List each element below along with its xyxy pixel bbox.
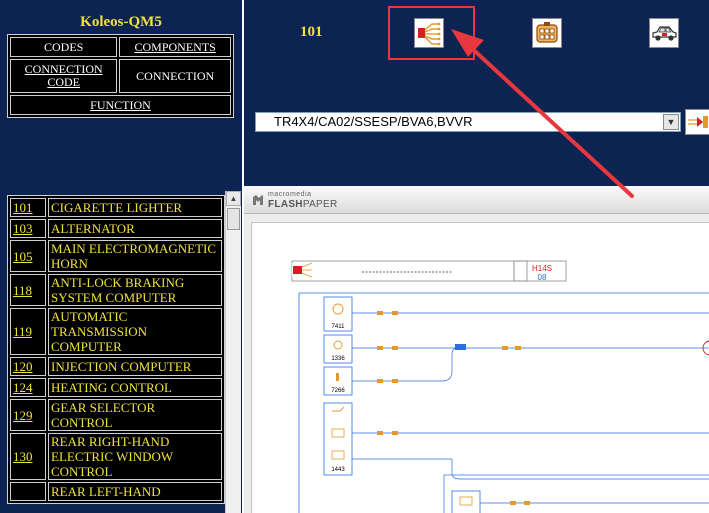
function-code[interactable]: 118 — [10, 274, 46, 306]
component-code: 1336 — [331, 356, 345, 362]
navigation-panel: Koleos-QM5 CODES COMPONENTS CONNECTION C… — [0, 0, 242, 186]
function-code[interactable]: 129 — [10, 399, 46, 431]
function-code[interactable]: 101 — [10, 198, 46, 217]
document-page[interactable]: H14S 08 7411 1336 7266 1443 — [251, 222, 709, 513]
scroll-thumb[interactable] — [227, 208, 240, 230]
connector-button[interactable] — [532, 18, 562, 48]
list-item[interactable]: 105 MAIN ELECTROMAGNETIC HORN — [10, 240, 222, 272]
vehicle-button[interactable] — [649, 18, 679, 48]
function-list-panel: 101 CIGARETTE LIGHTER 103 ALTERNATOR 105 MA… — [0, 186, 242, 513]
configuration-value: TR4X4/CA02/SSESP/BVA6,BVVR — [274, 114, 473, 129]
doc-page-label: H14S — [532, 264, 552, 273]
menu-connection-code-line2: CODE — [47, 75, 80, 89]
list-item[interactable]: 129 GEAR SELECTOR CONTROL — [10, 399, 222, 431]
function-code[interactable]: 130 — [10, 433, 46, 480]
viewer-brand-small: macromedia — [268, 191, 312, 198]
list-item[interactable]: 103 ALTERNATOR — [10, 219, 222, 238]
component-code: 1443 — [331, 467, 345, 473]
function-name: AUTOMATIC TRANSMISSION COMPUTER — [48, 308, 222, 355]
wiring-diagram-button[interactable] — [414, 18, 444, 48]
function-name: ALTERNATOR — [48, 219, 222, 238]
wiring-schematic: H14S 08 7411 1336 7266 1443 — [291, 260, 709, 513]
wiring-harness-icon — [418, 22, 441, 46]
menu-components[interactable]: COMPONENTS — [119, 37, 231, 57]
function-name: GEAR SELECTOR CONTROL — [48, 399, 222, 431]
apply-configuration-button[interactable] — [685, 109, 709, 135]
function-code[interactable]: 120 — [10, 357, 46, 376]
function-code[interactable]: 105 — [10, 240, 46, 272]
viewer-brand-rest: PAPER — [302, 199, 338, 210]
viewer-brand-bold: FLASH — [268, 199, 303, 210]
list-item[interactable]: 130 REAR RIGHT-HAND ELECTRIC WINDOW CONTR… — [10, 433, 222, 480]
function-list: 101 CIGARETTE LIGHTER 103 ALTERNATOR 105 MA… — [7, 195, 225, 504]
function-code[interactable]: 124 — [10, 378, 46, 397]
page-code: 101 — [300, 24, 323, 40]
list-item[interactable]: 124 HEATING CONTROL — [10, 378, 222, 397]
function-code[interactable]: 103 — [10, 219, 46, 238]
menu-connection-label: CONNECTION — [136, 68, 215, 83]
function-name: REAR LEFT-HAND — [48, 482, 222, 501]
document-viewer: macromedia FLASHPAPER H14S 08 7411 1336 … — [244, 186, 709, 513]
header-panel: 101 TR4X4/CA02/SSESP/BVA6,BVVR ▼ — [244, 0, 709, 186]
list-item[interactable]: 101 CIGARETTE LIGHTER — [10, 198, 222, 217]
vehicle-icon — [652, 26, 677, 41]
function-code[interactable]: 119 — [10, 308, 46, 355]
function-code[interactable] — [10, 482, 46, 501]
function-name: CIGARETTE LIGHTER — [48, 198, 222, 217]
app-title: Koleos-QM5 — [80, 14, 162, 30]
menu-components-label: COMPONENTS — [134, 39, 216, 54]
wiring-go-icon — [688, 116, 708, 128]
macromedia-logo-icon — [253, 195, 263, 205]
list-item[interactable]: 120 INJECTION COMPUTER — [10, 357, 222, 376]
function-name: MAIN ELECTROMAGNETIC HORN — [48, 240, 222, 272]
menu-function[interactable]: FUNCTION — [10, 95, 231, 115]
menu-codes-label: CODES — [44, 39, 84, 54]
viewer-brand: FLASHPAPER — [268, 199, 338, 210]
function-name: HEATING CONTROL — [48, 378, 222, 397]
scroll-up-icon[interactable]: ▲ — [226, 191, 241, 206]
menu-function-label: FUNCTION — [90, 97, 151, 112]
function-name: ANTI-LOCK BRAKING SYSTEM COMPUTER — [48, 274, 222, 306]
chevron-down-icon[interactable]: ▼ — [663, 114, 679, 130]
menu-codes[interactable]: CODES — [10, 37, 118, 57]
main-menu: CODES COMPONENTS CONNECTION CODE CONNECT… — [7, 34, 234, 118]
connector-icon — [536, 22, 558, 43]
menu-connection-code-line1: CONNECTION — [24, 62, 103, 76]
function-name: REAR RIGHT-HAND ELECTRIC WINDOW CONTROL — [48, 433, 222, 480]
menu-connection[interactable]: CONNECTION — [119, 59, 231, 93]
list-scrollbar[interactable]: ▲ — [225, 191, 241, 513]
function-name: INJECTION COMPUTER — [48, 357, 222, 376]
list-item[interactable]: REAR LEFT-HAND — [10, 482, 222, 501]
list-item[interactable]: 119 AUTOMATIC TRANSMISSION COMPUTER — [10, 308, 222, 355]
menu-connection-code[interactable]: CONNECTION CODE — [10, 59, 118, 93]
viewer-toolbar: macromedia FLASHPAPER — [244, 186, 709, 214]
component-code: 7411 — [332, 324, 346, 330]
list-item[interactable]: 118 ANTI-LOCK BRAKING SYSTEM COMPUTER — [10, 274, 222, 306]
component-code: 7266 — [331, 388, 345, 394]
configuration-select[interactable]: TR4X4/CA02/SSESP/BVA6,BVVR ▼ — [255, 112, 681, 132]
